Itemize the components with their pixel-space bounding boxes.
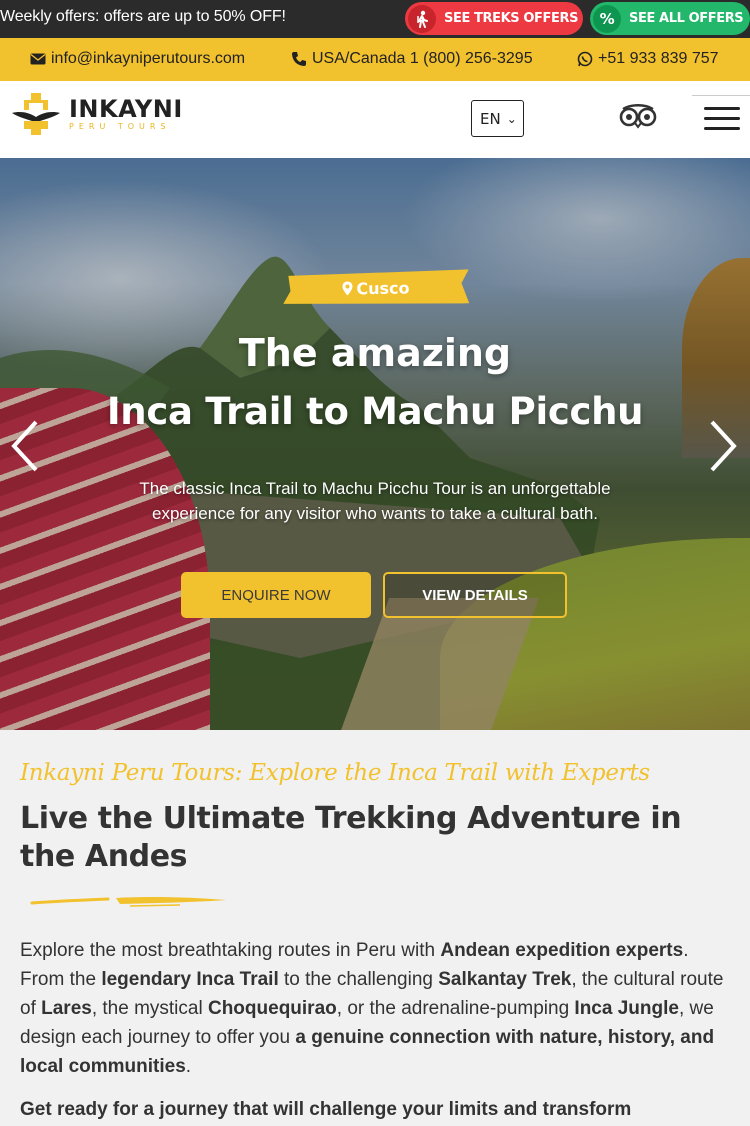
hero-title-line2: Inca Trail to Machu Picchu: [106, 390, 644, 433]
hero-overlay: [0, 158, 750, 730]
map-pin-icon: [342, 281, 353, 295]
tagline: Inkayni Peru Tours: Explore the Inca Tra…: [20, 760, 650, 786]
whatsapp-text: +51 933 839 757: [598, 50, 719, 67]
chevron-down-icon: ⌄: [506, 111, 517, 126]
logo-subtitle: PERU TOURS: [69, 122, 171, 131]
see-all-offers-button[interactable]: % SEE ALL OFFERS: [590, 2, 750, 35]
main-heading: Live the Ultimate Trekking Adventure in …: [20, 801, 682, 874]
see-treks-offers-button[interactable]: SEE TREKS OFFERS: [405, 2, 583, 35]
hamburger-menu-icon[interactable]: [692, 95, 750, 143]
intro-highlight: Andean expedition experts: [440, 940, 684, 961]
intro-paragraph: Explore the most breathtaking routes in …: [20, 936, 735, 1081]
hero-slider: Cusco The amazing Inca Trail to Machu Pi…: [0, 158, 750, 730]
tripadvisor-icon[interactable]: [617, 103, 659, 133]
brush-stroke-divider: [30, 896, 226, 907]
whatsapp-link[interactable]: +51 933 839 757: [577, 50, 719, 68]
language-select[interactable]: EN ⌄: [471, 100, 524, 137]
intro-paragraph-2: Get ready for a journey that will challe…: [20, 1099, 632, 1120]
email-text: info@inkayniperutours.com: [51, 50, 246, 67]
see-treks-offers-label: SEE TREKS OFFERS: [444, 11, 579, 26]
intro-highlight: Inca Jungle: [574, 998, 679, 1019]
intro-highlight: legendary Inca Trail: [101, 969, 279, 990]
hiker-icon: [408, 4, 436, 33]
phone-icon: [292, 52, 306, 66]
logo[interactable]: INKAYNI PERU TOURS: [10, 93, 183, 135]
phone-link[interactable]: USA/Canada 1 (800) 256-3295: [291, 50, 533, 68]
intro-highlight: Choquequirao: [207, 998, 337, 1019]
condor-logo-icon: [12, 93, 60, 135]
intro-text: .: [185, 1056, 192, 1077]
next-slide-arrow-icon[interactable]: [708, 420, 740, 472]
offers-bar: Weekly offers: offers are up to 50% OFF!…: [0, 0, 750, 38]
percent-icon: %: [593, 4, 621, 33]
location-text: Cusco: [356, 277, 410, 298]
hero-title-line1: The amazing: [238, 331, 512, 375]
hero-description: The classic Inca Trail to Machu Picchu T…: [139, 479, 611, 523]
intro-text: Explore the most breathtaking routes in …: [20, 940, 441, 961]
language-value: EN: [480, 109, 501, 128]
email-link[interactable]: info@inkayniperutours.com: [30, 50, 245, 68]
see-all-offers-label: SEE ALL OFFERS: [629, 11, 744, 26]
view-details-button[interactable]: VIEW DETAILS: [383, 572, 567, 618]
previous-slide-arrow-icon[interactable]: [8, 420, 40, 472]
intro-text: , or the adrenaline-pumping: [336, 998, 575, 1019]
intro-highlight: Lares: [41, 998, 92, 1019]
intro-highlight: Salkantay Trek: [438, 969, 572, 990]
whatsapp-icon: [577, 51, 593, 67]
site-header: INKAYNI PERU TOURS EN ⌄: [0, 81, 750, 158]
offers-text: Weekly offers: offers are up to 50% OFF!: [0, 8, 286, 25]
envelope-icon: [30, 53, 46, 65]
intro-text: , the mystical: [91, 998, 208, 1019]
phone-text: USA/Canada 1 (800) 256-3295: [312, 50, 533, 67]
intro-text: to the challenging: [278, 969, 439, 990]
logo-name: INKAYNI: [69, 95, 183, 123]
contact-bar: info@inkayniperutours.com USA/Canada 1 (…: [0, 38, 750, 81]
enquire-now-button[interactable]: ENQUIRE NOW: [181, 572, 371, 618]
